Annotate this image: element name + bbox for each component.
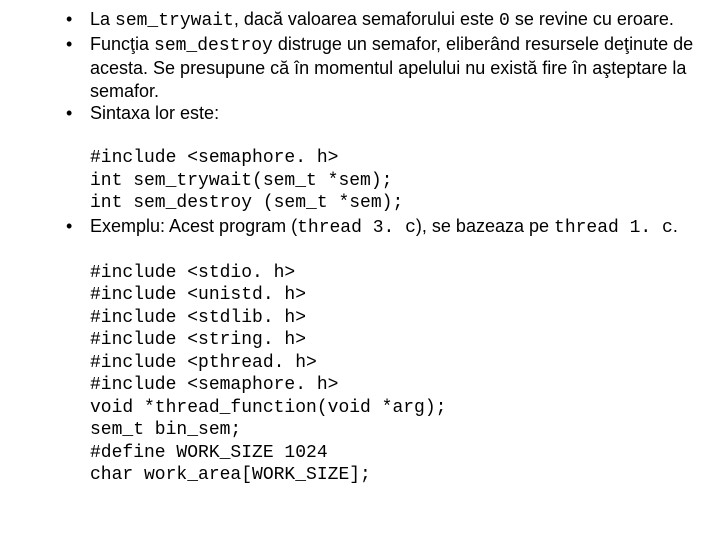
code-line: #include <stdlib. h> bbox=[90, 308, 306, 328]
code-line: int sem_trywait(sem_t *sem); bbox=[90, 171, 392, 191]
code-inline: sem_destroy bbox=[154, 36, 273, 56]
text: . bbox=[673, 216, 678, 236]
code-line: #include <semaphore. h> bbox=[90, 375, 338, 395]
text: ), se bazeaza pe bbox=[416, 216, 554, 236]
text: se revine cu eroare. bbox=[510, 9, 674, 29]
text: La bbox=[90, 9, 115, 29]
code-block: #include <semaphore. h> int sem_trywait(… bbox=[90, 125, 700, 215]
code-line: #include <stdio. h> bbox=[90, 263, 295, 283]
code-inline: thread 3. c bbox=[297, 218, 416, 238]
text: Sintaxa lor este: bbox=[90, 103, 219, 123]
code-line: sem_t bin_sem; bbox=[90, 420, 241, 440]
text: , dacă valoarea semaforului este bbox=[234, 9, 499, 29]
text: Funcţia bbox=[90, 34, 154, 54]
code-line: #define WORK_SIZE 1024 bbox=[90, 443, 328, 463]
code-inline: 0 bbox=[499, 11, 510, 31]
bullet-item-4: Exemplu: Acest program (thread 3. c), se… bbox=[60, 215, 700, 487]
code-inline: sem_trywait bbox=[115, 11, 234, 31]
code-line: #include <string. h> bbox=[90, 330, 306, 350]
code-line: #include <pthread. h> bbox=[90, 353, 317, 373]
code-block: #include <stdio. h> #include <unistd. h>… bbox=[90, 239, 700, 487]
code-line: #include <semaphore. h> bbox=[90, 148, 338, 168]
document-page: La sem_trywait, dacă valoarea semaforulu… bbox=[0, 0, 720, 495]
code-line: void *thread_function(void *arg); bbox=[90, 398, 446, 418]
code-line: int sem_destroy (sem_t *sem); bbox=[90, 193, 403, 213]
bullet-item-1: La sem_trywait, dacă valoarea semaforulu… bbox=[60, 8, 700, 33]
code-inline: thread 1. c bbox=[554, 218, 673, 238]
code-line: char work_area[WORK_SIZE]; bbox=[90, 465, 371, 485]
code-line: #include <unistd. h> bbox=[90, 285, 306, 305]
text: Exemplu: Acest program ( bbox=[90, 216, 297, 236]
bullet-list: La sem_trywait, dacă valoarea semaforulu… bbox=[0, 8, 700, 487]
bullet-item-2: Funcţia sem_destroy distruge un semafor,… bbox=[60, 33, 700, 103]
bullet-item-3: Sintaxa lor este: #include <semaphore. h… bbox=[60, 102, 700, 215]
